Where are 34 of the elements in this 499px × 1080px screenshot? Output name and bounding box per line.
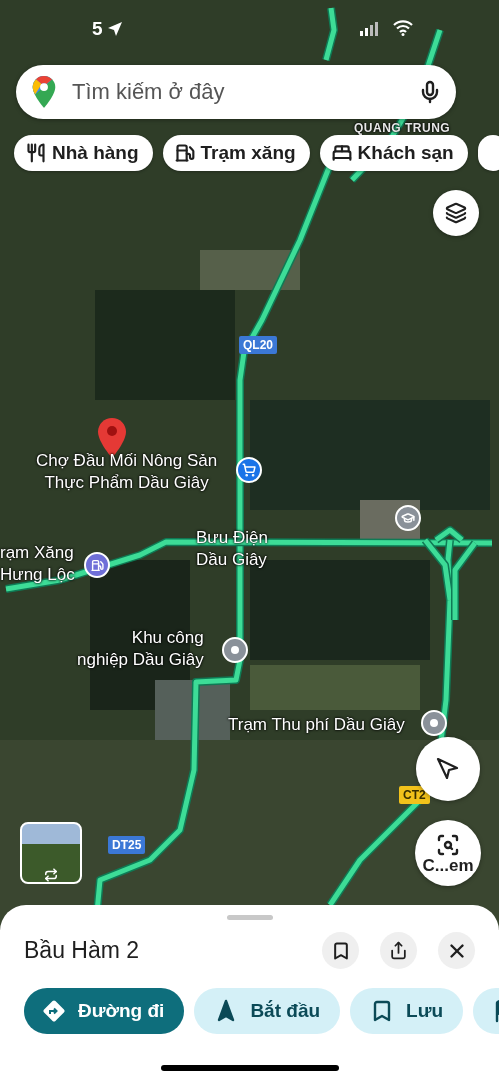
action-button[interactable]: Đường đi: [24, 988, 185, 1034]
category-chip[interactable]: Trạm xăng: [162, 135, 310, 171]
search-bar[interactable]: Tìm kiếm ở đây: [16, 65, 456, 119]
save-button[interactable]: [322, 932, 359, 969]
road-number-sign: CT2: [399, 786, 430, 804]
road-number-sign: QL20: [239, 336, 277, 354]
place-label[interactable]: Khu công nghiệp Dầu Giây: [77, 627, 204, 672]
signal-icon: [360, 22, 380, 36]
search-input[interactable]: Tìm kiếm ở đây: [70, 78, 404, 106]
action-button[interactable]: Lưu: [350, 988, 464, 1034]
close-button[interactable]: [438, 932, 475, 969]
road-number-sign: DT25: [108, 836, 146, 854]
category-chip[interactable]: Nhà hàng: [14, 135, 153, 171]
category-chip[interactable]: Khách sạn: [319, 135, 468, 171]
location-arrow-icon: [106, 21, 123, 37]
rotate-icon: [44, 868, 58, 882]
camera-search-icon: [436, 832, 460, 857]
gas-icon: [174, 143, 195, 163]
place-label[interactable]: rạm Xăng Hưng Lộc: [0, 542, 75, 587]
share-icon: [389, 941, 408, 960]
place-title: Bầu Hàm 2: [24, 937, 141, 964]
wifi-icon: [393, 20, 413, 36]
share-button[interactable]: [380, 932, 417, 969]
maps-logo-icon: [32, 76, 56, 108]
layers-icon: [445, 202, 467, 224]
location-arrow-icon: [436, 757, 460, 781]
drag-handle[interactable]: [226, 915, 273, 920]
street-view-thumbnail[interactable]: [20, 822, 82, 884]
hotel-icon: [331, 143, 352, 163]
place-label[interactable]: Chợ Đầu Mối Nông Sản Thực Phẩm Dầu Giây: [36, 450, 218, 495]
restaurant-icon: [26, 143, 46, 163]
place-label[interactable]: Trạm Thu phí Dầu Giây: [228, 714, 405, 737]
action-button[interactable]: Bắt đầu: [194, 988, 341, 1034]
status-time: 5: [92, 18, 103, 40]
